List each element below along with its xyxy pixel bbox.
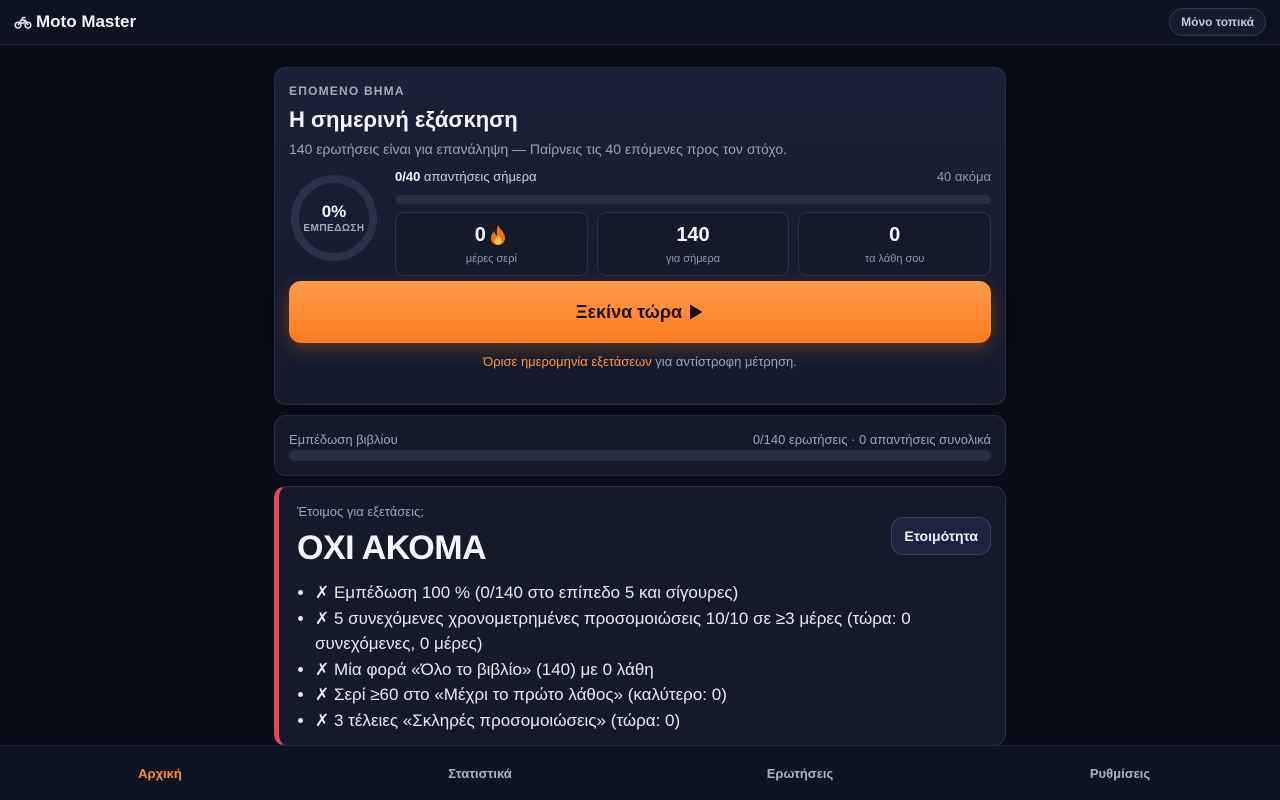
- stats-row: 0 μέρες σερί 140 για σήμερα 0 τα λάθη σο…: [395, 212, 992, 276]
- streak-value: 0: [474, 223, 486, 246]
- motorcycle-icon: [14, 16, 32, 29]
- mastery-ring: 0% ΕΜΠΕΔΩΣΗ: [291, 175, 377, 261]
- nav-home[interactable]: Αρχική: [0, 766, 320, 781]
- criterion-item: ✗ Εμπέδωση 100 % (0/140 στο επίπεδο 5 κα…: [315, 580, 991, 606]
- due-today-label: για σήμερα: [665, 252, 721, 265]
- play-icon: [690, 304, 703, 320]
- mastery-label: ΕΜΠΕΔΩΣΗ: [303, 222, 365, 234]
- mastery-percent: 0%: [321, 201, 347, 221]
- top-bar: Moto Master Μόνο τοπικά: [0, 0, 1280, 45]
- streak-stat: 0 μέρες σερί: [395, 212, 588, 276]
- nav-stats[interactable]: Στατιστικά: [320, 766, 640, 781]
- book-mastery-bar: [289, 450, 991, 461]
- brand[interactable]: Moto Master: [14, 12, 136, 32]
- answers-remaining: 40 ακόμα: [936, 169, 991, 184]
- local-only-badge[interactable]: Μόνο τοπικά: [1169, 8, 1266, 36]
- criterion-item: ✗ 5 συνεχόμενες χρονομετρημένες προσομοι…: [315, 606, 991, 657]
- today-practice-card: ΕΠΟΜΕΝΟ ΒΗΜΑ Η σημερινή εξάσκηση 140 ερω…: [274, 67, 1006, 405]
- due-today-stat: 140 για σήμερα: [596, 212, 790, 276]
- book-mastery-summary: 0/140 ερωτήσεις · 0 απαντήσεις συνολικά: [752, 432, 991, 447]
- exam-date-note: Όρισε ημερομηνία εξετάσεων για αντίστροφ…: [289, 354, 991, 369]
- practice-title: Η σημερινή εξάσκηση: [289, 107, 518, 132]
- criterion-item: ✗ 3 τέλειες «Σκληρές προσομοιώσεις» (τώρ…: [315, 708, 991, 734]
- exam-readiness-card: Έτοιμος για εξετάσεις; ΟΧΙ ΑΚΟΜΑ Ετοιμότ…: [274, 486, 1006, 746]
- answers-today: 0/40 απαντήσεις σήμερα: [395, 169, 537, 184]
- bottom-nav: Αρχική Στατιστικά Ερωτήσεις Ρυθμίσεις: [0, 745, 1280, 800]
- fire-icon: [490, 225, 505, 245]
- answers-line: 0/40 απαντήσεις σήμερα 40 ακόμα: [395, 169, 991, 184]
- criterion-item: ✗ Μία φορά «Όλο το βιβλίο» (140) με 0 λά…: [315, 657, 991, 683]
- today-progress: 0/40 απαντήσεις σήμερα 40 ακόμα 0 μέρες …: [395, 169, 992, 276]
- book-mastery-card: Εμπέδωση βιβλίου 0/140 ερωτήσεις · 0 απα…: [274, 415, 1006, 476]
- streak-value-wrap: 0: [475, 224, 508, 247]
- exam-note-text: για αντίστροφη μέτρηση.: [651, 354, 797, 369]
- nav-questions[interactable]: Ερωτήσεις: [640, 766, 960, 781]
- due-today-value: 140: [676, 223, 710, 246]
- start-now-button[interactable]: Ξεκίνα τώρα: [289, 281, 991, 343]
- set-exam-date-link[interactable]: Όρισε ημερομηνία εξετάσεων: [483, 354, 652, 369]
- readiness-status: ΟΧΙ ΑΚΟΜΑ: [297, 529, 487, 567]
- streak-label: μέρες σερί: [465, 252, 517, 265]
- book-mastery-line: Εμπέδωση βιβλίου 0/140 ερωτήσεις · 0 απα…: [289, 432, 991, 447]
- today-progress-bar: [395, 195, 991, 204]
- book-mastery-label: Εμπέδωση βιβλίου: [289, 432, 398, 447]
- readiness-criteria: ✗ Εμπέδωση 100 % (0/140 στο επίπεδο 5 κα…: [297, 580, 991, 733]
- progress-row: 0% ΕΜΠΕΔΩΣΗ 0/40 απαντήσεις σήμερα 40 ακ…: [289, 169, 992, 277]
- answers-count: 0/40: [395, 169, 421, 184]
- next-step-eyebrow: ΕΠΟΜΕΝΟ ΒΗΜΑ: [289, 84, 405, 98]
- app-title: Moto Master: [36, 12, 137, 31]
- criterion-item: ✗ Σερί ≥60 στο «Μέχρι το πρώτο λάθος» (κ…: [315, 682, 991, 708]
- practice-subtitle: 140 ερωτήσεις είναι για επανάληψη — Παίρ…: [289, 141, 788, 157]
- mistakes-label: τα λάθη σου: [864, 252, 925, 265]
- answers-text: απαντήσεις σήμερα: [420, 169, 537, 184]
- start-label: Ξεκίνα τώρα: [575, 301, 683, 322]
- readiness-question: Έτοιμος για εξετάσεις;: [297, 504, 424, 519]
- mistakes-stat[interactable]: 0 τα λάθη σου: [798, 212, 992, 276]
- readiness-button[interactable]: Ετοιμότητα: [891, 517, 991, 555]
- mistakes-value: 0: [889, 223, 901, 246]
- nav-settings[interactable]: Ρυθμίσεις: [960, 766, 1280, 781]
